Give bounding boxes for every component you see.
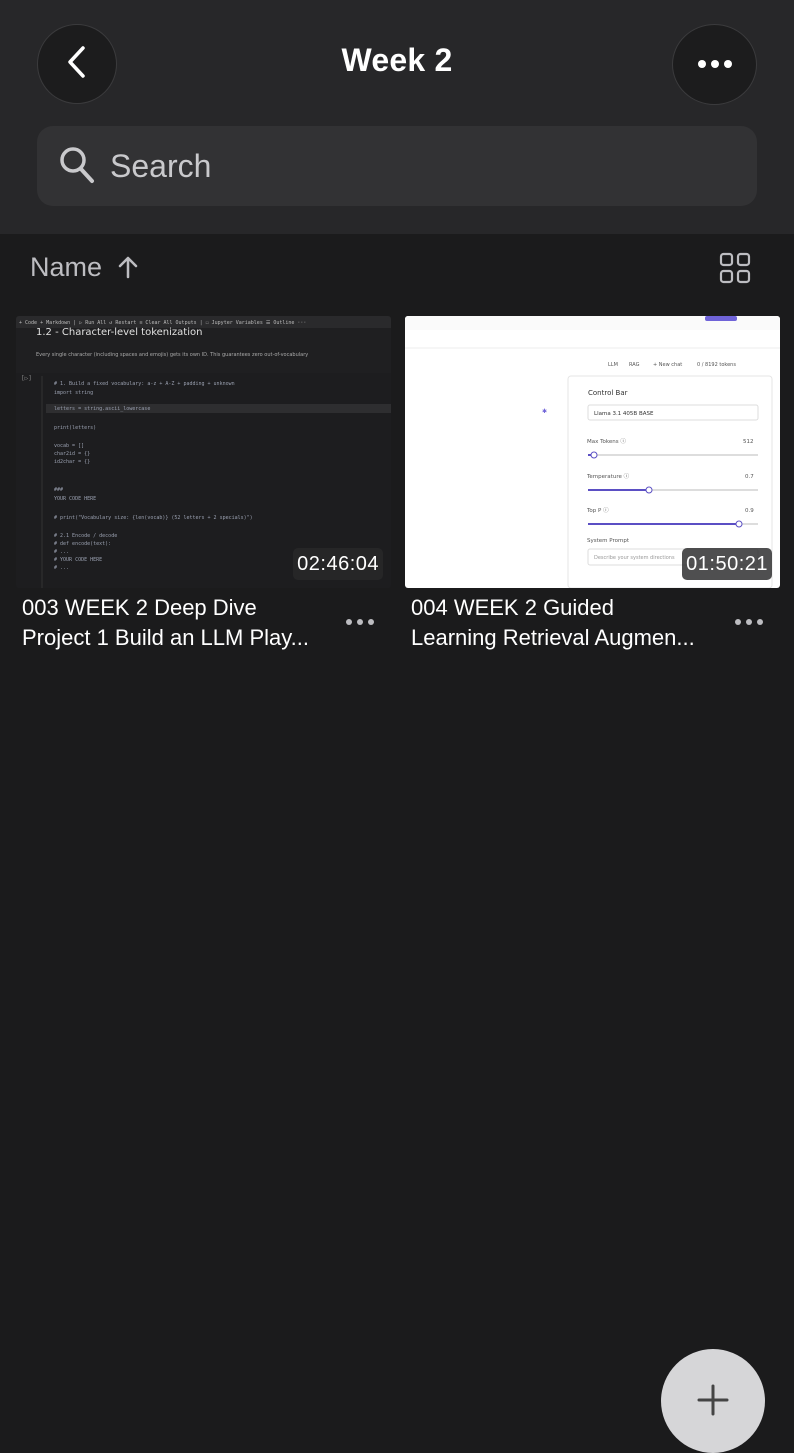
search-icon xyxy=(59,146,95,189)
notebook-description: Every single character (including spaces… xyxy=(36,352,308,358)
max-tokens-value: 512 xyxy=(743,439,754,445)
tab-label: 0 / 8192 tokens xyxy=(697,362,736,368)
code-line: import string xyxy=(54,390,93,396)
code-line: YOUR CODE HERE xyxy=(54,496,96,502)
video-card[interactable]: LLM RAG + New chat 0 / 8192 tokens ✱ Con… xyxy=(405,316,780,650)
video-title: 004 WEEK 2 Guided Learning Retrieval Aug… xyxy=(411,593,721,653)
search-input[interactable]: Search xyxy=(37,126,757,206)
temperature-value: 0.7 xyxy=(745,474,754,480)
grid-view-icon[interactable] xyxy=(719,252,751,289)
code-line: id2char = {} xyxy=(54,459,90,465)
system-prompt-label: System Prompt xyxy=(587,538,630,544)
search-placeholder: Search xyxy=(110,148,212,184)
video-title: 003 WEEK 2 Deep Dive Project 1 Build an … xyxy=(22,593,332,653)
code-line: vocab = [] xyxy=(54,443,84,449)
item-more-button[interactable] xyxy=(343,610,379,634)
tab-label: RAG xyxy=(629,362,640,368)
video-card[interactable]: + Code + Markdown | ▷ Run All ↺ Restart … xyxy=(16,316,391,650)
svg-text:✱: ✱ xyxy=(542,408,547,415)
max-tokens-label: Max Tokens ⓘ xyxy=(587,437,626,445)
code-line: letters = string.ascii_lowercase xyxy=(54,406,150,412)
tab-label: + New chat xyxy=(653,362,682,368)
panel-title: Control Bar xyxy=(588,389,628,397)
code-line: char2id = {} xyxy=(54,451,90,457)
ellipsis-icon xyxy=(732,619,768,638)
arrow-up-icon[interactable] xyxy=(116,254,140,285)
plus-icon xyxy=(696,1383,730,1422)
notebook-heading: 1.2 - Character-level tokenization xyxy=(36,327,202,338)
code-line: # 1. Build a fixed vocabulary: a-z + A-Z… xyxy=(54,381,235,387)
video-title-line: 003 WEEK 2 Deep Dive xyxy=(22,595,257,620)
video-title-line: Learning Retrieval Augmen... xyxy=(411,625,695,650)
duration-badge: 02:46:04 xyxy=(293,548,383,580)
video-title-line: 004 WEEK 2 Guided xyxy=(411,595,615,620)
model-select: Llama 3.1 405B BASE xyxy=(594,411,654,417)
code-line: # YOUR CODE HERE xyxy=(54,557,102,563)
temperature-label: Temperature ⓘ xyxy=(586,472,630,480)
sort-by-name-button[interactable]: Name xyxy=(30,252,102,283)
sort-bar: Name xyxy=(0,234,794,304)
top-p-label: Top P ⓘ xyxy=(586,506,609,514)
code-line: # print("Vocabulary size: {len(vocab)} (… xyxy=(54,515,253,521)
item-more-button[interactable] xyxy=(732,610,768,634)
tab-label: LLM xyxy=(608,362,618,368)
ellipsis-icon xyxy=(697,56,733,74)
notebook-toolbar: + Code + Markdown | ▷ Run All ↺ Restart … xyxy=(19,320,306,326)
video-thumbnail[interactable]: + Code + Markdown | ▷ Run All ↺ Restart … xyxy=(16,316,391,588)
ellipsis-icon xyxy=(343,619,379,638)
code-line: # ... xyxy=(54,549,69,555)
code-line: ### xyxy=(54,487,63,493)
code-line: # ... xyxy=(54,565,69,571)
code-line: # def encode(text): xyxy=(54,541,111,547)
top-bar: Week 2 Search xyxy=(0,0,794,234)
code-line: # 2.1 Encode / decode xyxy=(54,533,117,539)
top-p-value: 0.9 xyxy=(745,508,754,514)
video-title-line: Project 1 Build an LLM Play... xyxy=(22,625,309,650)
add-button[interactable] xyxy=(661,1349,765,1453)
video-thumbnail[interactable]: LLM RAG + New chat 0 / 8192 tokens ✱ Con… xyxy=(405,316,780,588)
more-options-button[interactable] xyxy=(672,24,757,105)
system-prompt-input: Describe your system directions xyxy=(594,555,675,561)
duration-badge: 01:50:21 xyxy=(682,548,772,580)
svg-text:[▷]: [▷] xyxy=(21,375,32,382)
code-line: print(letters) xyxy=(54,425,96,431)
